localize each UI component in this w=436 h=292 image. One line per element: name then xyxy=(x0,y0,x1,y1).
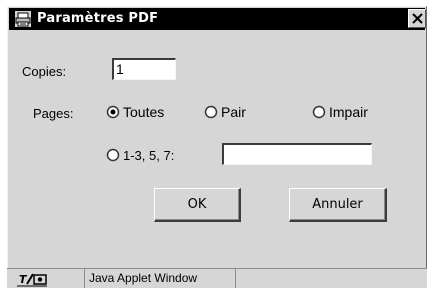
copies-input[interactable]: 1 xyxy=(112,58,176,80)
window-title: Paramètres PDF xyxy=(37,11,159,26)
radio-range-label: 1-3, 5, 7: xyxy=(123,147,175,163)
title-bar[interactable]: Paramètres PDF xyxy=(9,8,426,30)
pdf-settings-dialog: Paramètres PDF Copies: 1 Pages: Toutes P… xyxy=(7,6,427,286)
java-applet-icon: T xyxy=(17,271,85,287)
radio-odd-pages[interactable]: Impair xyxy=(312,103,368,121)
radio-selected-icon xyxy=(106,105,120,119)
ok-button[interactable]: OK xyxy=(154,188,241,222)
radio-odd-label: Impair xyxy=(329,104,368,120)
page-range-input[interactable] xyxy=(222,143,372,165)
radio-unselected-icon xyxy=(312,105,326,119)
printer-icon xyxy=(15,11,31,27)
close-icon xyxy=(412,13,423,24)
pages-label: Pages: xyxy=(33,106,74,121)
cancel-button[interactable]: Annuler xyxy=(289,188,387,222)
status-text: Java Applet Window xyxy=(84,269,236,288)
radio-even-pages[interactable]: Pair xyxy=(204,103,246,121)
applet-status-bar: T Java Applet Window xyxy=(7,268,427,288)
copies-label: Copies: xyxy=(22,64,67,79)
radio-page-range[interactable]: 1-3, 5, 7: xyxy=(106,146,174,164)
radio-all-label: Toutes xyxy=(123,104,165,120)
radio-even-label: Pair xyxy=(221,104,246,120)
radio-unselected-icon xyxy=(204,105,218,119)
radio-all-pages[interactable]: Toutes xyxy=(106,103,164,121)
radio-unselected-icon xyxy=(106,148,120,162)
close-button[interactable] xyxy=(408,9,426,28)
